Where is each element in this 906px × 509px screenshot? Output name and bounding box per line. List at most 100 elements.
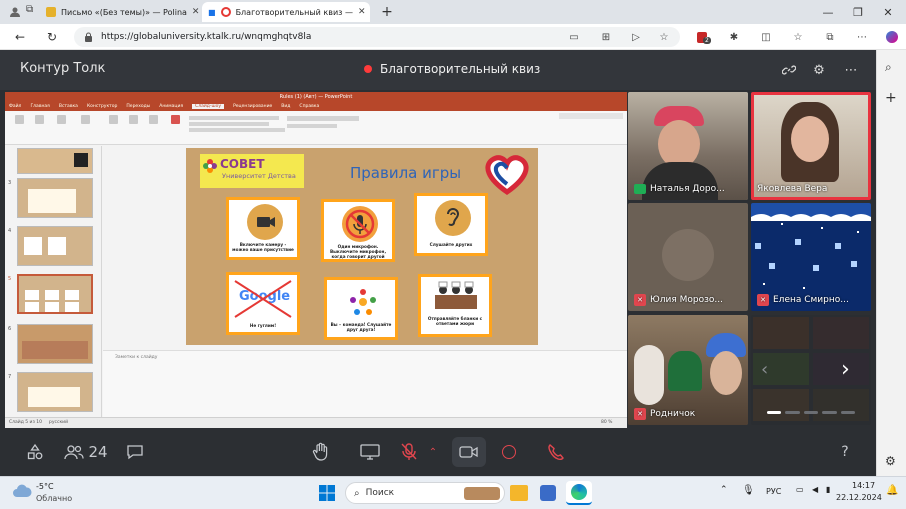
apps-shapes-icon[interactable] [24, 440, 46, 464]
participant-tile[interactable]: ✕ Юлия Морозо... [628, 203, 748, 311]
sidebar-settings-icon[interactable]: ⚙ [885, 454, 896, 468]
tray-overflow-icon[interactable]: ⌃ [720, 485, 728, 495]
screen-share-icon[interactable] [358, 440, 382, 464]
slide-thumbnail [17, 178, 93, 218]
notes-placeholder: Заметки к слайду [115, 355, 158, 360]
app-header: Контур Толк Благотворительный квиз ⚙ ⋯ [0, 50, 876, 90]
split-screen-icon[interactable]: ◫ [758, 29, 774, 45]
ribbon-button [75, 115, 95, 125]
ear-icon [435, 200, 471, 236]
collections-icon[interactable]: ⧉ [822, 29, 838, 45]
app-install-icon[interactable]: ⊞ [598, 29, 614, 45]
weather-cloud-icon[interactable] [12, 483, 32, 503]
ppt-tab-selected: Слайд-шоу [192, 104, 225, 109]
minimize-button[interactable]: — [813, 2, 843, 22]
tab-title: Письмо «(Без темы)» — Polina [61, 7, 187, 17]
sidebar-search-icon[interactable]: ⌕ [885, 60, 892, 75]
ppt-tab: Справка [299, 104, 320, 109]
participants-button[interactable]: 24 [62, 440, 110, 464]
rule-card-no-google: Google Не гуглим! [226, 272, 300, 335]
rule-text: Отправляйте бланки с ответами жюри [427, 316, 483, 326]
taskbar-search[interactable]: ⌕ Поиск [345, 482, 505, 504]
profile-icon[interactable] [6, 4, 24, 20]
clock-date[interactable]: 22.12.2024 [836, 493, 882, 502]
app-brand: Контур Толк [20, 61, 106, 76]
extension-shield-icon[interactable]: 2 [694, 29, 711, 45]
battery-icon[interactable]: ▮ [826, 485, 830, 494]
next-page-icon[interactable]: › [841, 357, 850, 382]
file-explorer-icon[interactable] [510, 485, 528, 501]
logo-subtitle: Университет Детства [222, 172, 296, 180]
participant-tile[interactable]: ✕ Родничок [628, 315, 748, 425]
volume-icon[interactable]: ◀ [812, 485, 818, 494]
participant-name-text: Юлия Морозо... [650, 295, 723, 305]
camera-icon [247, 204, 283, 240]
ppt-tab: Главная [30, 104, 50, 109]
participant-name: Наталья Доро... [634, 182, 725, 196]
copilot-icon[interactable] [884, 29, 900, 45]
page-indicator [767, 411, 856, 414]
rule-text: Включите камеру - можно ваше присутствие [232, 242, 294, 252]
network-icon[interactable]: ▭ [796, 485, 804, 494]
close-tab-icon[interactable]: ✕ [358, 7, 366, 17]
microphone-options-chevron-icon[interactable]: ⌃ [426, 440, 440, 464]
favorites-icon[interactable]: ☆ [790, 29, 806, 45]
help-button[interactable]: ? [836, 440, 854, 464]
meeting-title: Благотворительный квиз [364, 62, 540, 76]
browser-tab-mail[interactable]: Письмо «(Без темы)» — Polina ✕ [40, 2, 200, 22]
flower-logo-icon [202, 158, 218, 174]
participant-tile[interactable]: Наталья Доро... [628, 92, 748, 200]
rule-text: Слушайте других [429, 242, 473, 247]
end-call-icon[interactable] [544, 440, 568, 464]
url-text: https://globaluniversity.ktalk.ru/wnqmgh… [101, 32, 312, 42]
close-tab-icon[interactable]: ✕ [192, 7, 200, 17]
previous-page-icon[interactable]: ‹ [761, 359, 768, 380]
read-aloud-icon[interactable]: ▷ [628, 29, 644, 45]
address-bar[interactable]: https://globaluniversity.ktalk.ru/wnqmgh… [74, 27, 680, 47]
camera-permission-icon[interactable]: ▭ [566, 29, 582, 45]
new-tab-button[interactable]: + [378, 3, 396, 21]
participant-tile-active[interactable]: Яковлева Вера [751, 92, 871, 200]
participant-tile[interactable]: ✕ Елена Смирно... [751, 203, 871, 311]
microphone-off-icon[interactable] [398, 440, 420, 464]
chat-icon[interactable] [124, 440, 146, 464]
slide-number: 5 [8, 276, 12, 282]
ribbon-button [103, 115, 123, 125]
slide-thumbnail-selected [17, 274, 93, 314]
maximize-button[interactable]: ❐ [843, 2, 873, 22]
tab-actions-icon[interactable]: ⧉ [26, 4, 40, 20]
weather-desc: Облачно [36, 494, 73, 503]
refresh-button[interactable]: ↻ [42, 28, 62, 46]
keyboard-language[interactable]: РУС [766, 487, 781, 496]
extensions-puzzle-icon[interactable]: ✱ [726, 29, 742, 45]
browser-tab-quiz[interactable]: ■ Благотворительный квиз — ✕ [202, 2, 370, 22]
ribbon-button [143, 115, 163, 125]
browser-menu-icon[interactable]: ⋯ [854, 29, 870, 45]
back-button[interactable]: ← [10, 28, 30, 46]
notifications-bell-icon[interactable]: 🔔 [886, 485, 898, 496]
microphone-in-use-icon[interactable]: 🎙 [742, 485, 755, 496]
start-windows-icon[interactable] [318, 484, 336, 506]
edge-browser-icon[interactable] [566, 481, 592, 505]
raise-hand-icon[interactable] [310, 440, 332, 464]
heart-icon [482, 152, 532, 196]
link-icon[interactable] [780, 61, 798, 79]
rule-card-submit: Отправляйте бланки с ответами жюри [418, 274, 492, 337]
rule-text: Вы – команда! Слушайте друг друга! [330, 322, 392, 332]
favorite-star-icon[interactable]: ☆ [656, 29, 672, 45]
recording-dot-icon [364, 65, 372, 73]
record-button[interactable] [498, 440, 520, 464]
more-options-icon[interactable]: ⋯ [842, 61, 860, 79]
close-window-button[interactable]: ✕ [873, 2, 903, 22]
camera-button[interactable] [452, 437, 486, 467]
rule-card-team: Вы – команда! Слушайте друг друга! [324, 277, 398, 340]
clock-time[interactable]: 14:17 [852, 481, 875, 490]
participant-name-text: Наталья Доро... [650, 184, 725, 194]
settings-gear-icon[interactable]: ⚙ [810, 61, 828, 79]
store-icon[interactable] [540, 485, 556, 501]
more-participants-tile[interactable]: ‹ › [751, 315, 871, 425]
ppt-status-bar: Слайд 5 из 10 русский 80 % [5, 417, 627, 428]
mini-video [753, 389, 809, 421]
address-bar-row: ← ↻ https://globaluniversity.ktalk.ru/wn… [0, 24, 906, 50]
sidebar-add-icon[interactable]: + [885, 90, 897, 106]
